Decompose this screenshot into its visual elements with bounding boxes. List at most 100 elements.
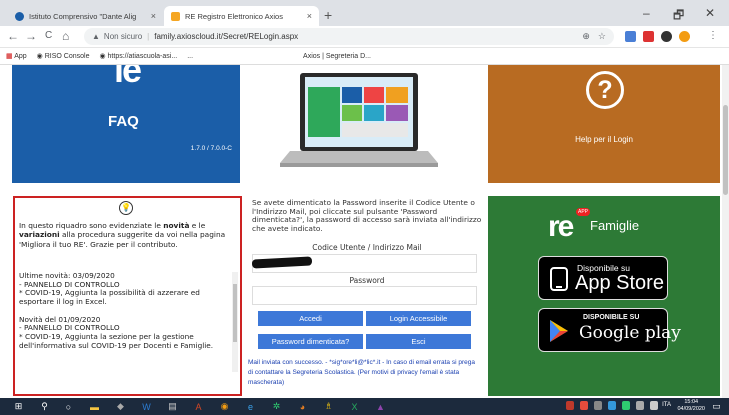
- code-label: Codice Utente / Indirizzo Mail: [312, 243, 422, 252]
- question-mark-icon: ?: [586, 71, 624, 109]
- googleplay-big-text: Google play: [579, 323, 681, 343]
- browser-toolbar: ← → C ⌂ ▲ Non sicuro | family.axioscloud…: [0, 26, 729, 48]
- clock[interactable]: 15:04 04/09/2020: [677, 399, 705, 413]
- google-play-badge[interactable]: DISPONIBILE SU Google play: [538, 308, 681, 352]
- calculator-icon[interactable]: ▤: [166, 400, 179, 413]
- page-scrollbar-thumb[interactable]: [723, 105, 728, 195]
- news-intro: In questo riquadro sono evidenziate le n…: [19, 221, 226, 249]
- exit-button[interactable]: Esci: [366, 334, 471, 349]
- access-icon[interactable]: A: [192, 400, 205, 413]
- password-input[interactable]: [252, 286, 477, 305]
- language-indicator[interactable]: ITA: [662, 402, 671, 408]
- bookmark-apps[interactable]: ▦ App: [6, 52, 27, 60]
- tray-icon[interactable]: [580, 401, 588, 410]
- appstore-big-text: App Store: [575, 272, 664, 294]
- extensions-puzzle-icon[interactable]: [661, 31, 672, 42]
- app-badge: APP: [576, 208, 591, 216]
- tab-registro[interactable]: RE Registro Elettronico Axios ×: [164, 6, 319, 26]
- apple-icon: [547, 265, 571, 293]
- login-button[interactable]: Accedi: [258, 311, 363, 326]
- separator: |: [147, 32, 150, 41]
- profile-avatar[interactable]: [679, 31, 690, 42]
- laptop-illustration: [248, 65, 486, 183]
- bookmark-axios-segreteria[interactable]: Axios | Segreteria D...: [303, 53, 371, 60]
- help-login-tile[interactable]: ? Help per il Login: [488, 65, 720, 183]
- tab-istituto[interactable]: Istituto Comprensivo "Dante Alig ×: [8, 6, 163, 26]
- news-list: Ultime novità: 03/09/2020 - PANNELLO DI …: [19, 272, 214, 350]
- bookmark-atiascuola[interactable]: ◉ https://atiascuola-asi...: [99, 52, 177, 60]
- lightbulb-icon: 💡: [119, 201, 133, 215]
- app-icon[interactable]: ◆: [114, 400, 127, 413]
- app-icon-3[interactable]: ◕: [296, 400, 309, 413]
- windows-start-icon[interactable]: ⊞: [12, 400, 25, 413]
- network-icon[interactable]: [636, 401, 644, 410]
- accessible-login-button[interactable]: Login Accessibile: [366, 311, 471, 326]
- clock-date: 04/09/2020: [677, 406, 705, 412]
- star-icon[interactable]: ☆: [598, 31, 606, 42]
- home-button[interactable]: ⌂: [62, 29, 69, 43]
- forgot-password-instructions: Se avete dimenticato la Password inserit…: [252, 198, 482, 233]
- word-icon[interactable]: W: [140, 400, 153, 413]
- extension-icon[interactable]: [625, 31, 636, 42]
- edge-icon[interactable]: e: [244, 400, 257, 413]
- app-icon-4[interactable]: ♗: [322, 400, 335, 413]
- tray-icon[interactable]: [594, 401, 602, 410]
- globe-icon: ◉: [36, 53, 45, 60]
- reload-button[interactable]: C: [45, 30, 52, 41]
- faq-title: FAQ: [108, 113, 139, 130]
- help-label: Help per il Login: [575, 135, 633, 144]
- password-label: Password: [349, 276, 385, 285]
- close-tab-icon[interactable]: ×: [301, 11, 312, 21]
- tray-icon[interactable]: [622, 401, 630, 410]
- warning-icon: ▲: [92, 32, 100, 41]
- close-tab-icon[interactable]: ×: [145, 11, 156, 21]
- status-message: Mail inviata con successo. - *sig*ore*li…: [248, 359, 475, 386]
- tray-icon[interactable]: [566, 401, 574, 410]
- search-icon[interactable]: ⚲: [38, 400, 51, 413]
- task-view-icon[interactable]: ○: [62, 400, 75, 413]
- news-panel: 💡 In questo riquadro sono evidenziate le…: [13, 196, 242, 396]
- re-app-logo: re: [548, 210, 574, 243]
- tab-strip: Istituto Comprensivo "Dante Alig × RE Re…: [0, 0, 729, 26]
- news-scrollbar-thumb[interactable]: [233, 284, 237, 342]
- forgot-password-button[interactable]: Password dimenticata?: [258, 334, 363, 349]
- notifications-icon[interactable]: ▭: [710, 400, 723, 413]
- laptop-image: [280, 73, 438, 167]
- faq-tile[interactable]: ie FAQ 1.7.0 / 7.0.0-C: [12, 65, 240, 183]
- tray-icon[interactable]: [608, 401, 616, 410]
- excel-icon[interactable]: X: [348, 400, 361, 413]
- bookmark-other[interactable]: ...: [187, 53, 193, 60]
- minimize-button[interactable]: –: [643, 6, 650, 20]
- close-window-button[interactable]: ✕: [705, 6, 715, 20]
- app-icon-2[interactable]: ✲: [270, 400, 283, 413]
- menu-kebab-icon[interactable]: ⋮: [708, 30, 718, 41]
- app-store-badge[interactable]: Disponibile su App Store: [538, 256, 668, 300]
- page-scrollbar[interactable]: [722, 65, 729, 398]
- back-button[interactable]: ←: [7, 29, 19, 43]
- chrome-icon[interactable]: ◉: [218, 400, 231, 413]
- bookmarks-bar: ▦ App ◉ RISO Console ◉ https://atiascuol…: [0, 48, 729, 65]
- url-text: family.axioscloud.it/Secret/RELogin.aspx: [154, 32, 299, 41]
- volume-icon[interactable]: [650, 401, 658, 410]
- security-label: Non sicuro: [103, 32, 143, 41]
- windows-taskbar: ⊞ ⚲ ○ ▬ ◆ W ▤ A ◉ e ✲ ◕ ♗ X ▲ ITA 15:04 …: [0, 398, 729, 415]
- site-favicon-icon: [15, 11, 24, 21]
- famiglie-title: Famiglie: [590, 218, 640, 233]
- axios-favicon-icon: [171, 11, 180, 21]
- maximize-button[interactable]: 🗗: [673, 6, 684, 27]
- extension-shield-icon[interactable]: [643, 31, 654, 42]
- play-store-icon: [547, 317, 571, 345]
- page-content: ie FAQ 1.7.0 / 7.0.0-C ? Help per il Log…: [0, 65, 729, 398]
- file-explorer-icon[interactable]: ▬: [88, 400, 101, 413]
- new-tab-button[interactable]: +: [324, 7, 332, 23]
- address-bar[interactable]: ▲ Non sicuro | family.axioscloud.it/Secr…: [84, 28, 614, 45]
- forward-button[interactable]: →: [25, 29, 37, 43]
- clock-time: 15:04: [684, 399, 699, 405]
- app-icon-5[interactable]: ▲: [374, 400, 387, 413]
- zoom-icon[interactable]: ⊕: [582, 31, 590, 42]
- tab-label: RE Registro Elettronico Axios: [185, 11, 283, 21]
- globe-icon: ◉: [99, 53, 108, 60]
- bookmark-riso[interactable]: ◉ RISO Console: [37, 52, 90, 60]
- tab-label: Istituto Comprensivo "Dante Alig: [29, 11, 137, 21]
- googleplay-small-text: DISPONIBILE SU: [583, 314, 640, 321]
